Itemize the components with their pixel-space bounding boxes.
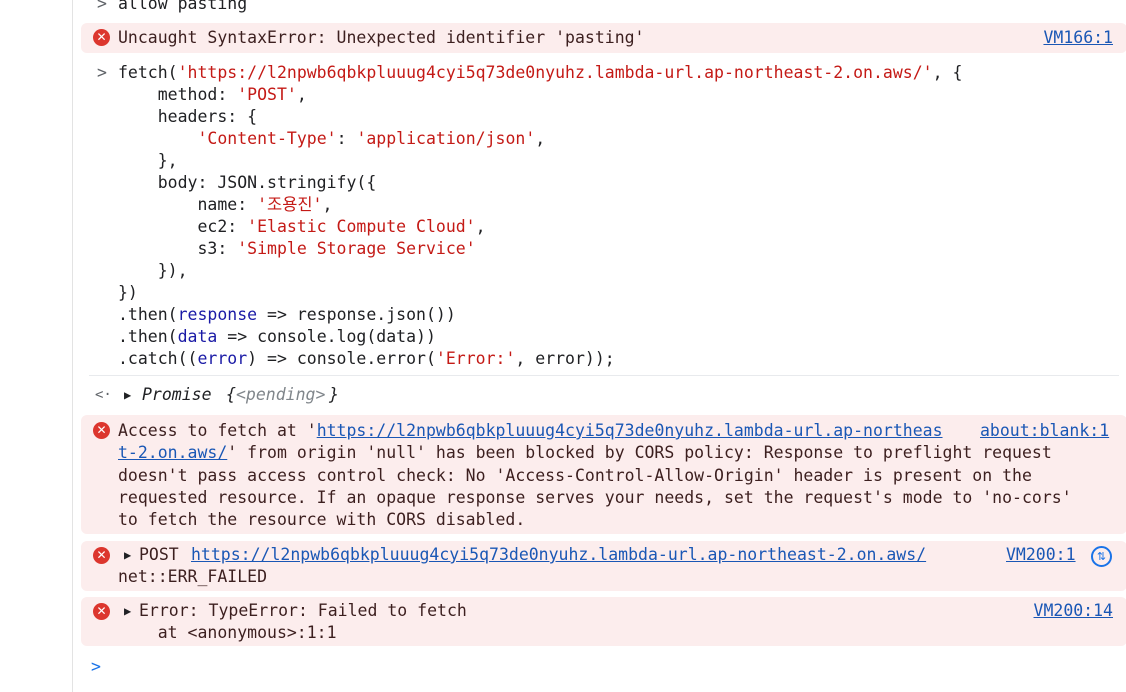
stack-trace-line: at <anonymous>:1:1	[118, 623, 337, 642]
error-prefix-text: Access to fetch at '	[118, 421, 317, 440]
console-input-code: > fetch('https://l2npwb6qbkpluuug4cyi5q7…	[73, 62, 1126, 374]
error-line-5: to fetch the resource with CORS disabled…	[118, 510, 526, 529]
code-line: method: 'POST',	[118, 85, 307, 104]
promise-state: <pending>	[236, 385, 326, 404]
input-caret: >	[97, 63, 107, 82]
error-line-3: doesn't pass access control check: No 'A…	[118, 466, 1032, 485]
console-prompt-row[interactable]: >	[73, 656, 1126, 680]
promise-label[interactable]: Promise	[142, 384, 212, 406]
input-caret: >	[97, 0, 107, 13]
error-icon: ✕	[93, 29, 110, 46]
code-line: .then(response => response.json())	[118, 305, 456, 324]
source-link[interactable]: about:blank:1	[980, 420, 1109, 442]
error-line-1: Access to fetch at 'https://l2npwb6qbkpl…	[118, 420, 943, 442]
error-icon: ✕	[93, 422, 110, 439]
code-line: })	[118, 283, 138, 302]
error-icon: ✕	[93, 603, 110, 620]
error-line-2-text: ' from origin 'null' has been blocked by…	[227, 443, 1052, 462]
code-line: 'Content-Type': 'application/json',	[197, 129, 546, 148]
error-message-row: ✕ Access to fetch at 'https://l2npwb6qbk…	[81, 415, 1126, 534]
source-link[interactable]: VM166:1	[1043, 27, 1113, 49]
code-line: .then(data => console.log(data))	[118, 327, 436, 346]
error-line-2: t-2.on.aws/' from origin 'null' has been…	[118, 442, 1052, 464]
code-line: s3: 'Simple Storage Service'	[118, 239, 476, 258]
code-line: ec2: 'Elastic Compute Cloud',	[118, 217, 486, 236]
error-icon: ✕	[93, 547, 110, 564]
promise-brace-open: {	[226, 385, 236, 404]
request-url-link-continued[interactable]: t-2.on.aws/	[118, 443, 227, 462]
divider	[89, 375, 1119, 376]
promise-brace-close: }	[329, 385, 339, 404]
request-method: POST	[139, 545, 179, 564]
request-url-link[interactable]: https://l2npwb6qbkpluuug4cyi5q73de0nyuhz…	[317, 421, 943, 440]
source-link[interactable]: VM200:1	[1006, 544, 1076, 566]
code-line: body: JSON.stringify({	[118, 173, 377, 192]
request-url-link[interactable]: https://l2npwb6qbkpluuug4cyi5q73de0nyuhz…	[191, 544, 926, 566]
code-line: .catch((error) => console.error('Error:'…	[118, 349, 615, 368]
error-message-row: ✕ Uncaught SyntaxError: Unexpected ident…	[81, 23, 1126, 53]
code-line: name: '조용진',	[118, 195, 333, 214]
code-line: fetch('https://l2npwb6qbkpluuug4cyi5q73d…	[118, 63, 963, 82]
expand-triangle-icon[interactable]: ▶	[124, 544, 131, 566]
error-text: Uncaught SyntaxError: Unexpected identif…	[118, 28, 645, 47]
expand-triangle-icon[interactable]: ▶	[124, 600, 131, 622]
result-caret-icon: <·	[95, 387, 112, 403]
prompt-caret-icon: >	[91, 657, 101, 676]
error-message-row: ✕ ▶ POST https://l2npwb6qbkpluuug4cyi5q7…	[81, 541, 1126, 591]
code-line: headers: {	[118, 107, 258, 126]
console-result-row: <· ▶ Promise { <pending> }	[73, 384, 1126, 406]
source-link[interactable]: VM200:14	[1034, 600, 1113, 622]
error-line-2: net::ERR_FAILED	[118, 567, 268, 586]
expand-triangle-icon[interactable]: ▶	[124, 384, 131, 406]
console-panel: > allow pasting ✕ Uncaught SyntaxError: …	[72, 0, 1126, 692]
network-request-icon[interactable]: ⇅	[1091, 546, 1112, 567]
error-line-4: requested resource. If an opaque respons…	[118, 488, 1072, 507]
code-line: }),	[118, 261, 188, 280]
input-text[interactable]: allow pasting	[118, 0, 247, 15]
error-text: Error: TypeError: Failed to fetch	[139, 601, 467, 620]
error-message-row: ✕ ▶ Error: TypeError: Failed to fetch VM…	[81, 597, 1126, 646]
console-input-row: > allow pasting	[73, 0, 1126, 15]
code-line: },	[118, 151, 178, 170]
